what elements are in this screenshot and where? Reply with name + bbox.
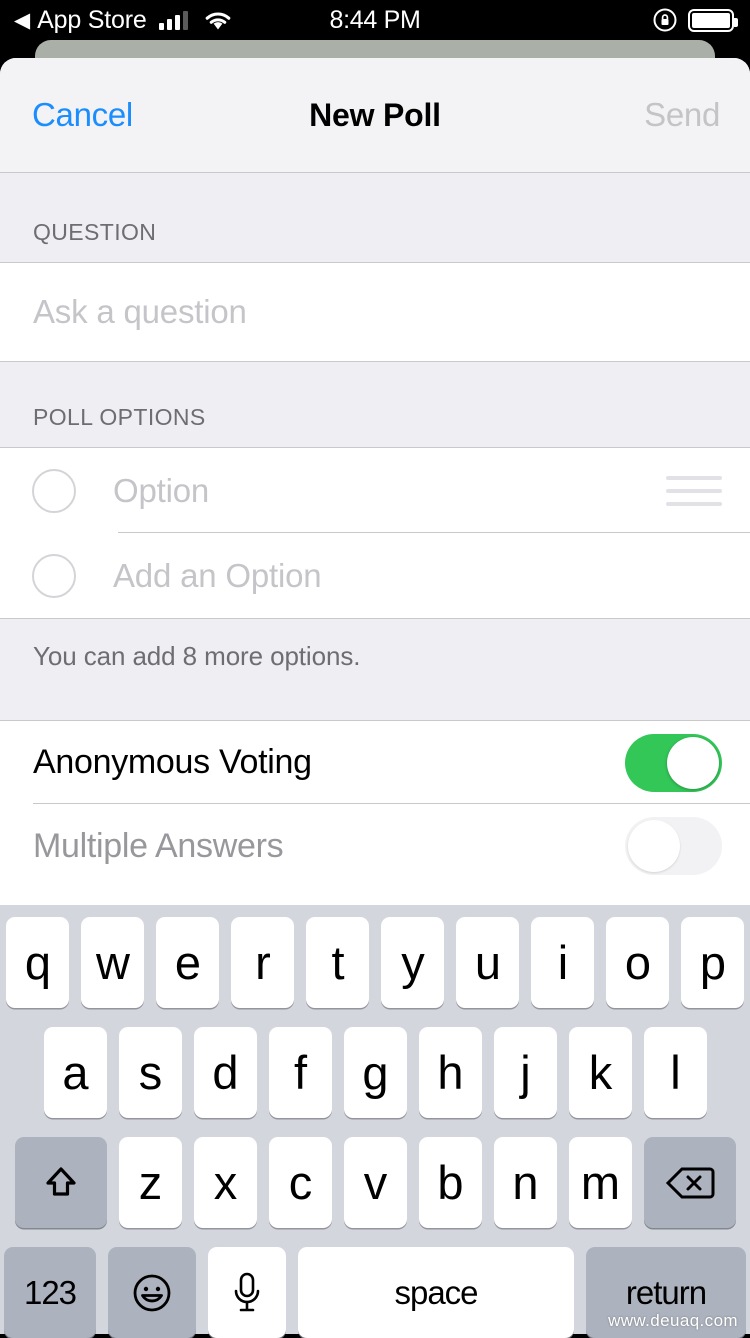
- new-poll-sheet: Cancel New Poll Send QUESTION Ask a ques…: [0, 58, 750, 905]
- key-m[interactable]: m: [568, 1137, 632, 1228]
- key-c[interactable]: c: [268, 1137, 332, 1228]
- shift-arrow-icon[interactable]: [14, 1137, 107, 1228]
- option-radio-icon: [32, 468, 76, 513]
- drag-handle-icon[interactable]: [666, 475, 722, 506]
- keyboard-row-3: z x c v b n m: [0, 1137, 750, 1228]
- cancel-button[interactable]: Cancel: [32, 96, 133, 134]
- key-f[interactable]: f: [268, 1027, 332, 1118]
- key-p[interactable]: p: [681, 917, 744, 1008]
- status-bar-clock: 8:44 PM: [329, 5, 421, 34]
- numbers-key[interactable]: 123: [4, 1247, 96, 1338]
- option-input-1[interactable]: Option: [113, 472, 209, 510]
- key-w[interactable]: w: [81, 917, 144, 1008]
- key-z[interactable]: z: [118, 1137, 182, 1228]
- toggle-knob: [667, 736, 719, 789]
- anonymous-voting-label: Anonymous Voting: [33, 743, 312, 781]
- key-o[interactable]: o: [606, 917, 669, 1008]
- multiple-answers-label: Multiple Answers: [33, 826, 284, 865]
- key-u[interactable]: u: [456, 917, 519, 1008]
- key-l[interactable]: l: [643, 1027, 707, 1118]
- key-q[interactable]: q: [6, 917, 69, 1008]
- anonymous-voting-row[interactable]: Anonymous Voting: [0, 720, 750, 804]
- key-i[interactable]: i: [531, 917, 594, 1008]
- question-input-row[interactable]: Ask a question: [0, 262, 750, 362]
- key-j[interactable]: j: [493, 1027, 557, 1118]
- key-h[interactable]: h: [418, 1027, 482, 1118]
- status-bar: ◀ App Store 8:44 PM: [0, 0, 750, 40]
- key-x[interactable]: x: [193, 1137, 257, 1228]
- key-y[interactable]: y: [381, 917, 444, 1008]
- key-a[interactable]: a: [43, 1027, 107, 1118]
- watermark: www.deuaq.com: [608, 1311, 738, 1330]
- question-section-header: QUESTION: [0, 173, 750, 262]
- question-input[interactable]: Ask a question: [33, 293, 247, 331]
- keyboard-row-2: a s d f g h j k l: [0, 1027, 750, 1118]
- poll-option-row-2[interactable]: Add an Option: [0, 533, 750, 619]
- multiple-answers-toggle[interactable]: [625, 817, 722, 875]
- poll-options-footer-note: You can add 8 more options.: [0, 619, 750, 720]
- on-screen-keyboard: q w e r t y u i o p a s d f g h j k l z …: [0, 905, 750, 1338]
- key-e[interactable]: e: [156, 917, 219, 1008]
- key-n[interactable]: n: [493, 1137, 557, 1228]
- multiple-answers-row[interactable]: Multiple Answers: [0, 804, 750, 888]
- keyboard-row-1: q w e r t y u i o p: [0, 917, 750, 1008]
- key-g[interactable]: g: [343, 1027, 407, 1118]
- poll-options-section-header: POLL OPTIONS: [0, 362, 750, 447]
- smiley-face-icon[interactable]: [108, 1247, 196, 1338]
- battery-full-icon: [688, 8, 738, 32]
- add-option-input[interactable]: Add an Option: [113, 557, 322, 595]
- key-d[interactable]: d: [193, 1027, 257, 1118]
- key-t[interactable]: t: [306, 917, 369, 1008]
- send-button[interactable]: Send: [644, 96, 720, 134]
- key-k[interactable]: k: [568, 1027, 632, 1118]
- toggle-knob: [628, 820, 680, 872]
- key-s[interactable]: s: [118, 1027, 182, 1118]
- microphone-icon[interactable]: [208, 1247, 286, 1338]
- space-key[interactable]: space: [298, 1247, 574, 1338]
- key-r[interactable]: r: [231, 917, 294, 1008]
- anonymous-voting-toggle[interactable]: [625, 733, 722, 792]
- backspace-delete-icon[interactable]: [643, 1137, 736, 1228]
- poll-option-row-1[interactable]: Option: [0, 447, 750, 533]
- key-v[interactable]: v: [343, 1137, 407, 1228]
- option-radio-icon: [32, 553, 76, 598]
- sheet-navigation-bar: Cancel New Poll Send: [0, 58, 750, 173]
- key-b[interactable]: b: [418, 1137, 482, 1228]
